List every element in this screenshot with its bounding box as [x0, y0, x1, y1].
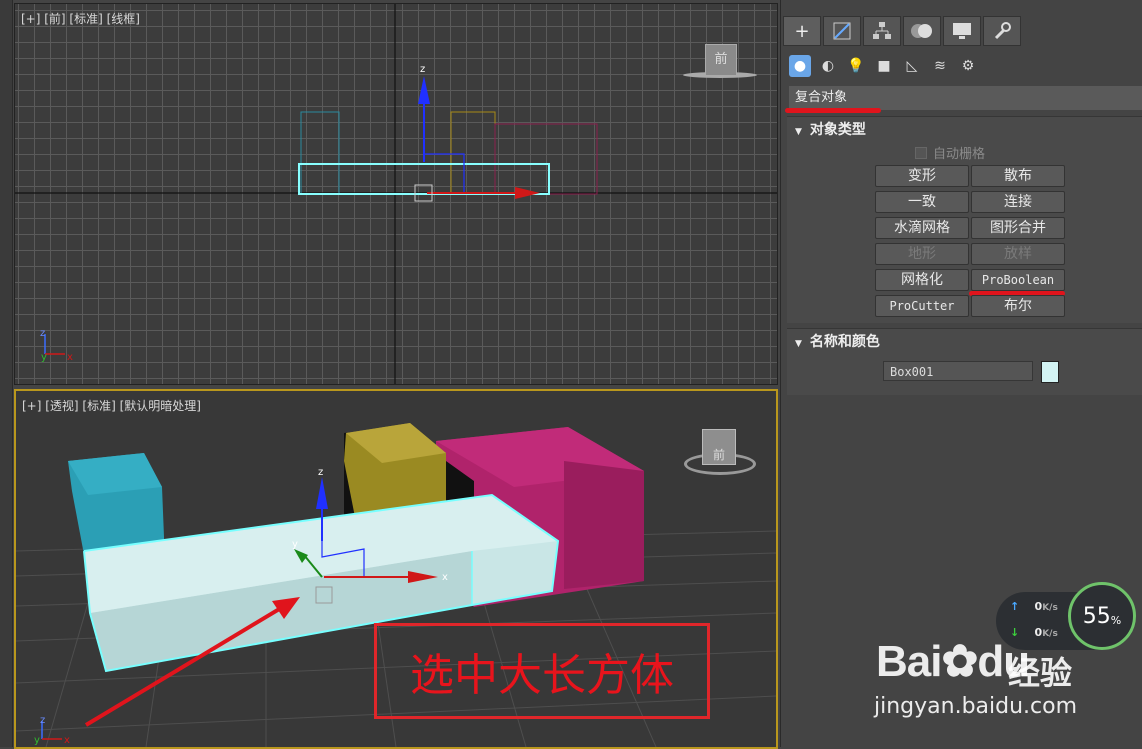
- collapse-triangle-icon: ▼: [795, 339, 802, 349]
- persp-gizmo-x: x: [442, 572, 448, 583]
- paw-icon: ✿: [941, 637, 978, 686]
- object-type-title-text: 对象类型: [809, 122, 866, 138]
- mesher-button[interactable]: 网格化: [875, 269, 969, 291]
- blobmesh-button[interactable]: 水滴网格: [875, 217, 969, 239]
- connect-button[interactable]: 连接: [971, 191, 1065, 213]
- persp-gizmo-z: z: [318, 467, 323, 478]
- boolean-button[interactable]: 布尔: [971, 295, 1065, 317]
- gizmo-z-label: z: [420, 64, 425, 75]
- persp-viewcube-face-label: 前: [702, 429, 736, 465]
- annotation-underline: [785, 108, 881, 113]
- motion-tab[interactable]: [903, 16, 941, 46]
- shapes-icon[interactable]: ◐: [817, 55, 839, 77]
- autogrid-checkbox[interactable]: 自动栅格: [915, 143, 985, 162]
- geometry-icon[interactable]: ●: [789, 55, 811, 77]
- upload-arrow-icon: ↑: [1010, 600, 1020, 613]
- shapemerge-button[interactable]: 图形合并: [971, 217, 1065, 239]
- front-viewport-scene: z z y x: [15, 4, 777, 384]
- loft-button[interactable]: 放样: [971, 243, 1065, 265]
- selected-box-wireframe: [298, 163, 550, 195]
- annotation-box: 选中大长方体: [374, 623, 710, 719]
- object-type-rollout: ▼ 对象类型 自动栅格 变形 散布 一致 连接 水滴网格 图形合并 地形 放样 网…: [787, 116, 1142, 323]
- space-warps-icon[interactable]: ≋: [929, 55, 951, 77]
- percent-sign: %: [1110, 613, 1122, 627]
- baidu-jingyan-text: 经验: [1008, 654, 1073, 692]
- object-color-swatch[interactable]: [1041, 361, 1059, 383]
- baidu-logo-text-start: Bai: [876, 637, 942, 686]
- magenta-box-wireframe: [494, 123, 598, 195]
- persp-triad-y: y: [34, 735, 40, 746]
- modify-tab[interactable]: [823, 16, 861, 46]
- terrain-button[interactable]: 地形: [875, 243, 969, 265]
- category-dropdown[interactable]: 复合对象: [789, 86, 1142, 110]
- triad-x-label: x: [67, 352, 73, 363]
- conform-button[interactable]: 一致: [875, 191, 969, 213]
- upload-unit: K/s: [1042, 603, 1058, 613]
- wrench-icon: [994, 22, 1011, 40]
- object-name-input[interactable]: Box001: [883, 361, 1033, 381]
- camera-icon[interactable]: ■: [873, 55, 895, 77]
- hierarchy-tab[interactable]: [863, 16, 901, 46]
- proboolean-button[interactable]: ProBoolean: [971, 269, 1065, 291]
- checkbox-icon: [915, 147, 927, 159]
- motion-icon: [911, 24, 932, 38]
- monitor-icon: [953, 23, 971, 39]
- create-tab[interactable]: +: [783, 16, 821, 46]
- display-tab[interactable]: [943, 16, 981, 46]
- download-unit: K/s: [1042, 629, 1058, 639]
- scatter-button[interactable]: 散布: [971, 165, 1065, 187]
- name-color-rollout: ▼ 名称和颜色 Box001: [787, 328, 1142, 395]
- viewcube-face-label: 前: [705, 44, 737, 76]
- systems-icon[interactable]: ⚙: [957, 55, 979, 77]
- collapse-triangle-icon: ▼: [795, 127, 802, 137]
- triad-y-label: y: [41, 352, 47, 363]
- baidu-url: jingyan.baidu.com: [874, 694, 1078, 719]
- percent-value: 55: [1082, 603, 1111, 629]
- helpers-icon[interactable]: ◺: [901, 55, 923, 77]
- morph-button[interactable]: 变形: [875, 165, 969, 187]
- persp-triad-z: z: [40, 715, 45, 726]
- left-ruler-strip: [0, 0, 13, 747]
- plus-icon: +: [794, 20, 810, 42]
- persp-triad-x: x: [64, 735, 70, 746]
- perspective-viewport[interactable]: [+] [透视] [标准] [默认明暗处理] z x y z y x 前 选中大…: [14, 389, 778, 749]
- viewcube-front[interactable]: 前: [681, 44, 761, 84]
- object-type-title[interactable]: ▼ 对象类型: [787, 117, 1142, 139]
- hierarchy-icon: [873, 22, 891, 39]
- autogrid-label: 自动栅格: [933, 147, 986, 162]
- baidu-logo: Bai✿du: [876, 636, 1030, 687]
- modify-curve-icon: [833, 22, 851, 40]
- name-color-title-text: 名称和颜色: [809, 334, 880, 350]
- lights-icon[interactable]: 💡: [845, 55, 867, 77]
- viewcube-perspective[interactable]: 前: [682, 425, 762, 481]
- front-viewport[interactable]: [+] [前] [标准] [线框] z z y x 前: [14, 3, 778, 385]
- name-color-title[interactable]: ▼ 名称和颜色: [787, 329, 1142, 351]
- persp-gizmo-y: y: [292, 539, 298, 550]
- upload-row: ↑ 0K/s: [1010, 600, 1058, 613]
- teal-box-wireframe: [300, 111, 340, 195]
- utilities-tab[interactable]: [983, 16, 1021, 46]
- memory-percent-circle[interactable]: 55%: [1068, 582, 1136, 650]
- triad-z-label: z: [40, 328, 45, 339]
- yellow-box-wireframe: [450, 111, 496, 195]
- procutter-button[interactable]: ProCutter: [875, 295, 969, 317]
